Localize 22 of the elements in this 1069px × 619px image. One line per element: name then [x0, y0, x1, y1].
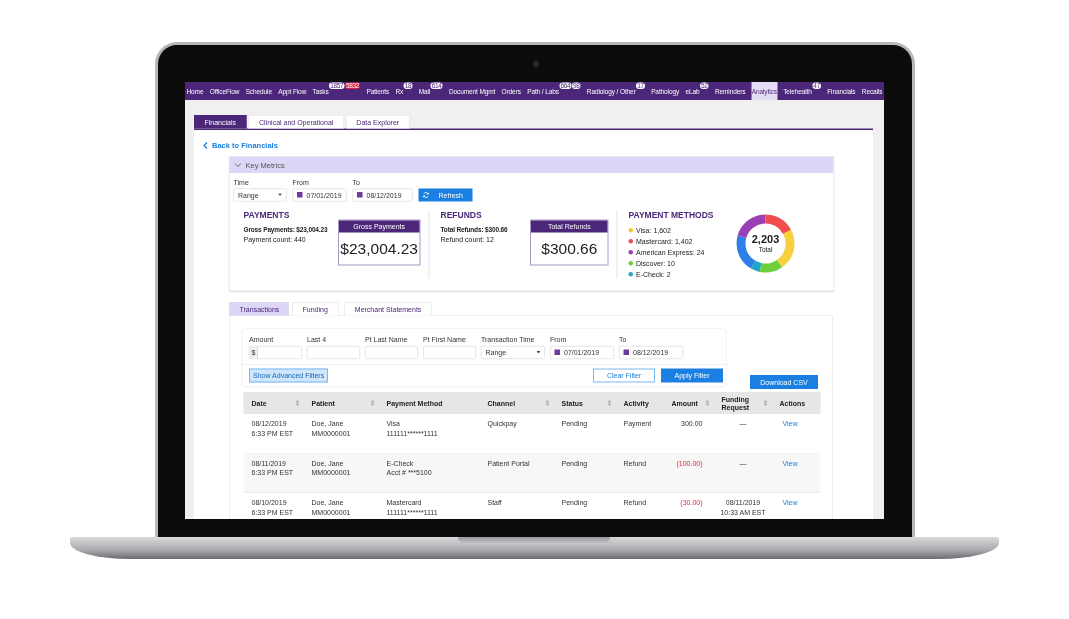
donut-chart-drawing — [735, 213, 795, 274]
caret-icon — [277, 193, 282, 196]
sort-icon[interactable] — [763, 399, 767, 406]
camera-icon — [532, 61, 539, 67]
caret-icon — [536, 351, 540, 354]
sort-icon[interactable] — [370, 399, 374, 406]
metric-value: $23,004.23 — [338, 238, 419, 259]
total-value: 2,203 — [751, 233, 779, 246]
section-heading: PAYMENT METHODS — [628, 210, 714, 221]
section-heading: REFUNDS — [440, 210, 483, 221]
chevron-left-icon — [202, 141, 208, 149]
sort-icon[interactable] — [607, 399, 611, 406]
sort-icon[interactable] — [295, 399, 299, 406]
calendar-icon — [554, 349, 560, 355]
section-heading: PAYMENTS — [243, 210, 290, 221]
sort-icon[interactable] — [545, 399, 549, 406]
calendar-icon — [356, 192, 362, 198]
metric-value: $300.66 — [539, 238, 598, 259]
sort-icon[interactable] — [705, 399, 709, 406]
calendar-icon — [623, 349, 629, 355]
calendar-icon — [296, 192, 302, 198]
refresh-icon — [422, 191, 429, 199]
